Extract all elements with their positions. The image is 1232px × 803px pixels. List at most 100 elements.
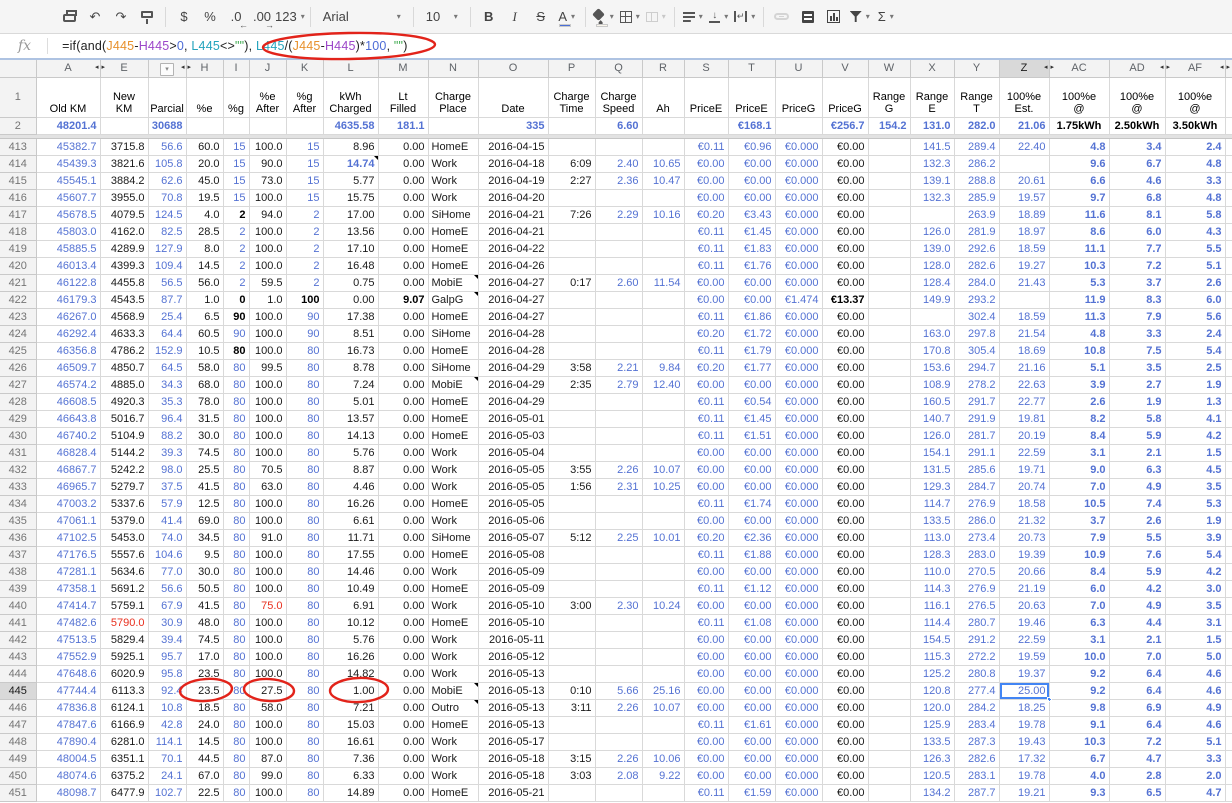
cell[interactable]: 41.5 [186,597,223,614]
cell[interactable]: €0.00 [684,155,728,172]
cell[interactable]: 5.76 [323,444,378,461]
cell[interactable]: 4.8 [1049,325,1109,342]
cell[interactable]: 2.4 [1165,325,1225,342]
cell[interactable]: 0.00 [378,631,428,648]
cell[interactable] [548,257,595,274]
row-header[interactable]: 424 [0,325,36,342]
cell[interactable]: 7.24 [323,376,378,393]
cell[interactable]: 2.60 [595,274,642,291]
cell[interactable]: 80 [286,410,323,427]
cell[interactable]: 56.0 [186,274,223,291]
cell[interactable]: Work [428,750,478,767]
cell[interactable]: 100.0 [249,495,286,512]
cell[interactable]: 3:55 [548,461,595,478]
cell[interactable] [1225,172,1232,189]
cell[interactable]: 6.4 [1109,682,1165,699]
cell[interactable]: 0.00 [378,682,428,699]
header-cell[interactable]: Parcial [148,77,186,117]
cell[interactable]: 5.76 [323,631,378,648]
cell[interactable]: 99.0 [249,767,286,784]
cell[interactable]: 56.6 [148,138,186,155]
cell[interactable]: 80 [223,529,249,546]
cell[interactable]: 2016-05-12 [478,648,548,665]
cell[interactable]: €0.00 [822,461,868,478]
row-header[interactable]: 433 [0,478,36,495]
cell[interactable]: 5.8 [1165,206,1225,223]
cell[interactable]: 21.54 [999,325,1049,342]
cell[interactable]: 18.89 [999,206,1049,223]
cell[interactable]: 19.59 [999,648,1049,665]
cell[interactable]: 19.57 [999,189,1049,206]
cell[interactable] [642,291,684,308]
cell[interactable]: 277.4 [954,682,999,699]
cell[interactable]: €0.11 [684,393,728,410]
column-header-Y[interactable]: Y [954,60,999,77]
cell[interactable]: 8.51 [323,325,378,342]
cell[interactable]: 292.6 [954,240,999,257]
cell[interactable]: 4.2 [1165,563,1225,580]
cell[interactable]: 7.0 [1049,597,1109,614]
cell[interactable]: 114.3 [910,580,954,597]
cell[interactable]: 80 [223,665,249,682]
cell[interactable]: 2.79 [595,376,642,393]
cell[interactable]: €0.000 [775,393,822,410]
cell[interactable]: 0.00 [378,750,428,767]
cell[interactable]: 291.1 [954,444,999,461]
cell[interactable]: 3:00 [548,597,595,614]
cell[interactable]: 80 [223,631,249,648]
cell[interactable]: €0.000 [775,512,822,529]
cell[interactable]: 4.9 [1109,597,1165,614]
cell[interactable] [868,189,910,206]
cell[interactable]: HomeE [428,427,478,444]
cell[interactable]: 80 [286,767,323,784]
cell[interactable] [1225,750,1232,767]
cell[interactable]: 10.06 [642,750,684,767]
cell[interactable]: 2016-05-18 [478,750,548,767]
cell[interactable]: 9.2 [1049,682,1109,699]
cell[interactable]: 14.5 [186,733,223,750]
cell[interactable]: €0.00 [728,172,775,189]
cell[interactable]: 2016-05-06 [478,512,548,529]
cell[interactable] [999,291,1049,308]
column-header-AF[interactable]: AF▸◂ [1165,60,1225,77]
cell[interactable]: 302.4 [954,308,999,325]
cell[interactable]: 139.0 [910,240,954,257]
row-header[interactable]: 422 [0,291,36,308]
cell[interactable] [868,410,910,427]
summary-cell[interactable]: 30688 [148,117,186,134]
cell[interactable]: HomeE [428,410,478,427]
cell[interactable] [868,274,910,291]
cell[interactable]: 2.6 [1109,512,1165,529]
cell[interactable] [868,495,910,512]
cell[interactable]: 0.00 [378,648,428,665]
cell[interactable]: 128.0 [910,257,954,274]
cell[interactable]: 2016-05-03 [478,427,548,444]
hidden-columns-left-icon[interactable]: ▸ [188,64,192,71]
cell[interactable]: 17.32 [999,750,1049,767]
cell[interactable]: 4.9 [1109,478,1165,495]
cell[interactable]: €0.11 [684,784,728,801]
cell[interactable]: 22.63 [999,376,1049,393]
cell[interactable]: €0.000 [775,342,822,359]
cell[interactable]: 4.7 [1109,750,1165,767]
cell[interactable]: €0.000 [775,665,822,682]
cell[interactable]: 0.00 [378,597,428,614]
cell[interactable]: €0.00 [822,478,868,495]
cell[interactable]: 4079.5 [100,206,148,223]
cell[interactable]: 22.77 [999,393,1049,410]
cell[interactable]: 100.0 [249,512,286,529]
cell[interactable] [548,665,595,682]
cell[interactable]: €0.11 [684,410,728,427]
cell[interactable] [868,291,910,308]
cell[interactable]: 152.9 [148,342,186,359]
cell[interactable] [595,325,642,342]
cell[interactable]: 129.3 [910,478,954,495]
cell[interactable]: 1.9 [1165,376,1225,393]
cell[interactable]: 2.31 [595,478,642,495]
cell[interactable] [1225,325,1232,342]
cell[interactable]: Work [428,767,478,784]
cell[interactable]: 92.4 [148,682,186,699]
increase-decimals-button[interactable]: .00→ [249,4,275,30]
cell[interactable]: 80 [286,359,323,376]
cell[interactable]: 104.6 [148,546,186,563]
